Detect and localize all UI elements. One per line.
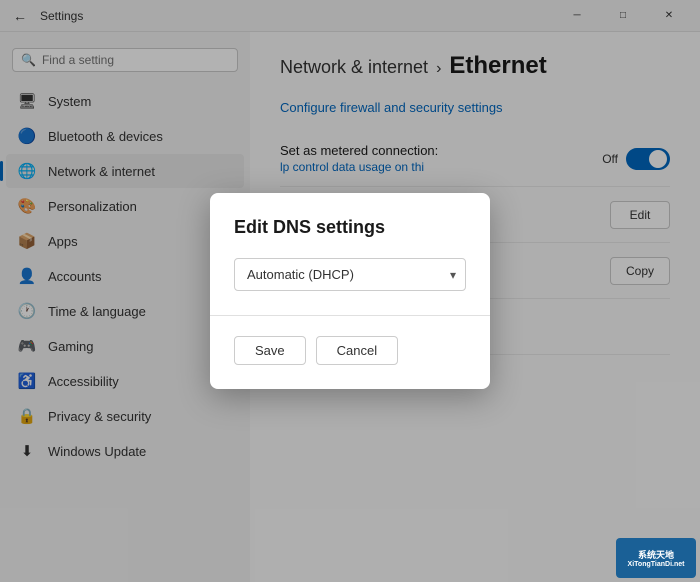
dialog-title: Edit DNS settings xyxy=(234,217,466,238)
dialog-divider xyxy=(210,315,490,316)
watermark: 系统天地 XiTongTianDi.net xyxy=(616,538,696,578)
dns-type-dropdown-wrapper: Automatic (DHCP) Manual ▾ xyxy=(234,258,466,291)
modal-overlay: Edit DNS settings Automatic (DHCP) Manua… xyxy=(0,0,700,582)
dns-type-dropdown[interactable]: Automatic (DHCP) Manual xyxy=(234,258,466,291)
edit-dns-dialog: Edit DNS settings Automatic (DHCP) Manua… xyxy=(210,193,490,389)
save-button[interactable]: Save xyxy=(234,336,306,365)
cancel-button[interactable]: Cancel xyxy=(316,336,398,365)
watermark-line1: 系统天地 xyxy=(638,548,674,561)
watermark-line2: XiTongTianDi.net xyxy=(628,561,685,568)
dialog-buttons: Save Cancel xyxy=(234,336,466,365)
